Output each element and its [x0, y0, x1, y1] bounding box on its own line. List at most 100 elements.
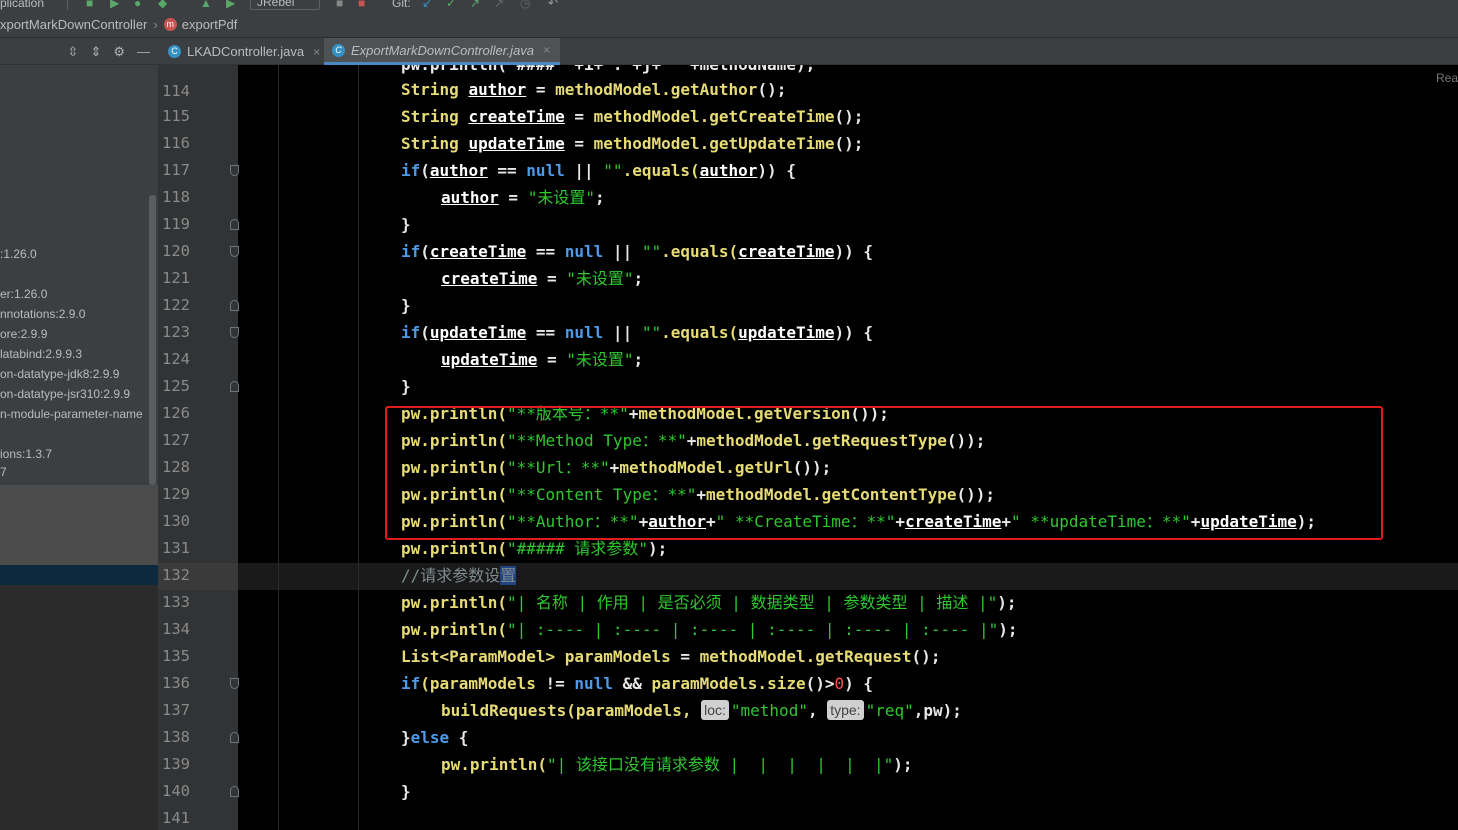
jrebel-dropdown[interactable]: JRebel [250, 0, 320, 10]
code-line-128[interactable]: 128 pw.println("**Method Type：**"+method… [158, 427, 1458, 476]
token-type: String [401, 107, 459, 126]
code-line-126[interactable]: 126 } [158, 373, 1458, 422]
code-line-134[interactable]: 134 pw.println("| 名称 | 作用 | 是否必须 | 数据类型 … [158, 589, 1458, 638]
code-line-129[interactable]: 129 pw.println("**Url：**"+methodModel.ge… [158, 454, 1458, 503]
fold-icon[interactable] [230, 381, 239, 392]
close-icon[interactable]: × [543, 43, 550, 57]
fold-icon[interactable] [230, 786, 239, 797]
git-rollback-icon[interactable]: ↶ [548, 0, 558, 10]
token-string: " **CreateTime：**" [715, 512, 896, 531]
fold-icon[interactable] [230, 327, 239, 338]
fold-icon[interactable] [230, 678, 239, 689]
code-line-123[interactable]: 123 } [158, 292, 1458, 341]
library-item[interactable]: ions:1.3.7 [0, 445, 52, 463]
breadcrumb-method[interactable]: exportPdf [182, 17, 238, 32]
code-line-120[interactable]: 120 } [158, 211, 1458, 260]
token-op: || [603, 242, 642, 261]
token-type: String [401, 134, 459, 153]
token-var: paramModels [555, 647, 671, 666]
library-item[interactable]: latabind:2.9.9.3 [0, 345, 82, 363]
library-item[interactable]: nnotations:2.9.0 [0, 305, 85, 323]
method-icon: m [163, 18, 177, 31]
git-history-icon[interactable]: ◷ [520, 0, 530, 10]
library-item[interactable]: n-module-parameter-name [0, 405, 143, 423]
token-end: ); [1296, 512, 1317, 531]
expand-all-icon[interactable]: ⇳ [68, 44, 79, 60]
token-op: = [564, 134, 594, 153]
attach-icon[interactable]: ▶ [226, 0, 235, 10]
token-var: updateTime [429, 323, 527, 342]
fold-icon[interactable] [230, 246, 239, 257]
collapse-all-icon[interactable]: ⇕ [90, 44, 101, 60]
token-var: createTime [468, 107, 565, 126]
code-line-119[interactable]: 119 author = "未设置"; [158, 184, 1458, 233]
git-push-icon[interactable]: ↗ [470, 0, 480, 10]
tab-lkad-controller[interactable]: C LKADController.java × [160, 38, 322, 65]
code-line-142[interactable]: 142 [158, 805, 1458, 830]
code-line-133[interactable]: 133 //请求参数设置 [158, 562, 1458, 611]
token-var: author [699, 161, 758, 180]
token-string: "| 该接口没有请求参数 | | | | | |" [546, 755, 894, 774]
code-line-131[interactable]: 131 pw.println("**Author：**"+author+" **… [158, 508, 1458, 557]
code-line-135[interactable]: 135 pw.println("| :---- | :---- | :---- … [158, 616, 1458, 665]
parameter-hint: loc: [701, 700, 729, 720]
code-line-118[interactable]: 118 if(author == null || "".equals(autho… [158, 157, 1458, 206]
run-config-dropdown[interactable] [58, 0, 68, 10]
code-line-139[interactable]: 139 }else { [158, 724, 1458, 773]
gear-icon[interactable]: ⚙ [113, 44, 125, 60]
git-compare-icon[interactable]: ↗ [494, 0, 504, 10]
fold-icon[interactable] [230, 732, 239, 743]
build-icon[interactable]: ■ [86, 0, 93, 10]
git-commit-icon[interactable]: ✓ [446, 0, 456, 10]
fold-icon[interactable] [230, 165, 239, 176]
code-line-132[interactable]: 132 pw.println("##### 请求参数"); [158, 535, 1458, 584]
code-line-130[interactable]: 130 pw.println("**Content Type：**"+metho… [158, 481, 1458, 530]
git-label: Git: [392, 0, 411, 10]
code-line-136[interactable]: 136 List<ParamModel> paramModels = metho… [158, 643, 1458, 692]
code-line-137[interactable]: 137 if(paramModels != null && paramModel… [158, 670, 1458, 719]
coverage-icon[interactable]: ◆ [158, 0, 167, 10]
breadcrumb-class[interactable]: xportMarkDownController [0, 17, 147, 32]
token-keyword: else [410, 728, 450, 747]
profile-icon[interactable]: ▲ [200, 0, 212, 10]
code-line-138[interactable]: 138 buildRequests(paramModels, loc: "meth… [158, 697, 1458, 746]
code-line-115[interactable]: 115 String author = methodModel.getAutho… [158, 76, 1458, 125]
code-line-140[interactable]: 140 pw.println("| 该接口没有请求参数 | | | | | |"… [158, 751, 1458, 800]
token-call: pw.println( [401, 431, 507, 450]
code-line-121[interactable]: 121 if(createTime == null || "".equals(c… [158, 238, 1458, 287]
code-line-125[interactable]: 125 updateTime = "未设置"; [158, 346, 1458, 395]
selected-row[interactable] [0, 565, 158, 585]
code-line-141[interactable]: 141 } [158, 778, 1458, 827]
library-item[interactable]: on-datatype-jdk8:2.9.9 [0, 365, 119, 383]
code-editor[interactable]: Rea 114 pw.println("#### "+i+"."+j+" "+m… [158, 65, 1458, 830]
stop-gray-icon[interactable]: ■ [336, 0, 343, 10]
run-config-label[interactable]: plication [0, 0, 44, 10]
token-end: ()); [850, 404, 889, 423]
code-line-127[interactable]: 127 pw.println("**版本号：**"+methodModel.ge… [158, 400, 1458, 449]
run-icon[interactable]: ▶ [110, 0, 119, 10]
library-item[interactable]: er:1.26.0 [0, 285, 47, 303]
code-line-117[interactable]: 117 String updateTime = methodModel.getU… [158, 130, 1458, 179]
library-item[interactable]: ore:2.9.9 [0, 325, 47, 343]
git-update-icon[interactable]: ↙ [422, 0, 432, 10]
hide-panel-icon[interactable]: — [137, 44, 150, 59]
close-icon[interactable]: × [313, 45, 320, 59]
library-item[interactable]: :1.26.0 [0, 245, 37, 263]
stop-icon[interactable]: ■ [358, 0, 365, 10]
library-item[interactable]: on-datatype-jsr310:2.9.9 [0, 385, 130, 403]
code-line-116[interactable]: 116 String createTime = methodModel.getC… [158, 103, 1458, 152]
project-tool-buttons: ⇳ ⇕ ⚙ — [0, 38, 158, 65]
fold-icon[interactable] [230, 300, 239, 311]
token-var: updateTime [738, 323, 835, 342]
project-scrollbar[interactable] [149, 195, 156, 485]
library-item[interactable]: 7 [0, 463, 7, 481]
code-line-124[interactable]: 124 if(updateTime == null || "".equals(u… [158, 319, 1458, 368]
token-string: "**Url：**" [506, 458, 610, 477]
debug-icon[interactable]: ● [134, 0, 141, 10]
fold-icon[interactable] [230, 219, 239, 230]
tab-export-markdown-controller[interactable]: C ExportMarkDownController.java × [324, 38, 560, 65]
code-line-122[interactable]: 122 createTime = "未设置"; [158, 265, 1458, 314]
token-paren: () [805, 674, 825, 693]
token-var: createTime [429, 242, 527, 261]
breadcrumb: xportMarkDownController › m exportPdf [0, 12, 1458, 38]
